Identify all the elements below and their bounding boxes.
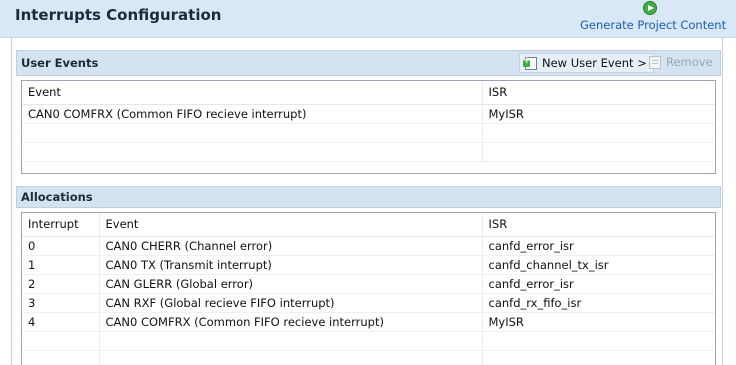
empty-cell <box>482 123 715 143</box>
interrupt-cell[interactable]: 3 <box>22 293 100 313</box>
table-row[interactable]: 3 CAN RXF (Global recieve FIFO interrupt… <box>22 293 715 313</box>
empty-cell <box>482 142 715 162</box>
isr-cell[interactable]: canfd_error_isr <box>482 236 715 256</box>
generate-project-content-link[interactable]: Generate Project Content <box>580 18 726 32</box>
event-cell[interactable]: CAN0 TX (Transmit interrupt) <box>99 255 483 275</box>
table-row[interactable]: 1 CAN0 TX (Transmit interrupt) canfd_cha… <box>22 255 715 275</box>
empty-cell <box>22 142 483 162</box>
scroll-gutter <box>723 38 736 365</box>
isr-cell[interactable]: canfd_error_isr <box>482 274 715 294</box>
table-row-empty <box>22 142 715 162</box>
new-user-event-label: New User Event > <box>542 56 647 70</box>
column-header-isr[interactable]: ISR <box>482 213 715 237</box>
play-circle-icon[interactable] <box>643 1 657 15</box>
event-cell[interactable]: CAN0 COMFRX (Common FIFO recieve interru… <box>22 104 483 124</box>
event-cell[interactable]: CAN0 CHERR (Channel error) <box>99 236 483 256</box>
column-header-event[interactable]: Event <box>99 213 483 237</box>
user-events-table: Event ISR CAN0 COMFRX (Common FIFO recie… <box>21 80 716 174</box>
interrupt-cell[interactable]: 4 <box>22 312 100 332</box>
table-row-empty <box>22 123 715 143</box>
allocations-section-header: Allocations <box>16 186 721 208</box>
column-header-isr[interactable]: ISR <box>482 81 715 105</box>
empty-cell <box>22 331 100 351</box>
interrupt-cell[interactable]: 1 <box>22 255 100 275</box>
isr-cell[interactable]: canfd_rx_fifo_isr <box>482 293 715 313</box>
user-events-title: User Events <box>21 56 99 70</box>
remove-label: Remove <box>666 55 713 69</box>
allocations-table: Interrupt Event ISR 0 CAN0 CHERR (Channe… <box>21 212 716 365</box>
event-cell[interactable]: CAN GLERR (Global error) <box>99 274 483 294</box>
column-header-event[interactable]: Event <box>22 81 483 105</box>
interrupt-cell[interactable]: 2 <box>22 274 100 294</box>
empty-cell <box>22 123 483 143</box>
allocations-title: Allocations <box>21 190 93 204</box>
table-row-empty <box>22 331 715 351</box>
empty-cell <box>22 350 100 365</box>
table-row[interactable]: 4 CAN0 COMFRX (Common FIFO recieve inter… <box>22 312 715 332</box>
event-cell[interactable]: CAN RXF (Global recieve FIFO interrupt) <box>99 293 483 313</box>
column-header-interrupt[interactable]: Interrupt <box>22 213 100 237</box>
isr-cell[interactable]: MyISR <box>482 312 715 332</box>
table-header-row: Event ISR <box>22 81 715 105</box>
new-user-event-button[interactable]: New User Event > <box>519 53 654 73</box>
isr-cell[interactable]: canfd_channel_tx_isr <box>482 255 715 275</box>
empty-cell <box>482 331 715 351</box>
page-title: Interrupts Configuration <box>15 6 222 24</box>
new-event-icon <box>523 56 537 70</box>
content-border-left <box>11 38 12 365</box>
empty-cell <box>482 350 715 365</box>
generate-project-content-button[interactable]: Generate Project Content <box>580 1 726 35</box>
isr-cell[interactable]: MyISR <box>482 104 715 124</box>
empty-cell <box>99 350 483 365</box>
table-row[interactable]: 2 CAN GLERR (Global error) canfd_error_i… <box>22 274 715 294</box>
table-row-empty <box>22 350 715 365</box>
remove-icon <box>649 56 661 69</box>
editor-header: Interrupts Configuration Generate Projec… <box>0 0 736 38</box>
empty-cell <box>99 331 483 351</box>
remove-button[interactable]: Remove <box>644 53 719 73</box>
user-events-section-header: User Events New User Event > Remove <box>16 50 721 76</box>
table-row[interactable]: CAN0 COMFRX (Common FIFO recieve interru… <box>22 104 715 124</box>
table-header-row: Interrupt Event ISR <box>22 213 715 237</box>
event-cell[interactable]: CAN0 COMFRX (Common FIFO recieve interru… <box>99 312 483 332</box>
table-row[interactable]: 0 CAN0 CHERR (Channel error) canfd_error… <box>22 236 715 256</box>
interrupt-cell[interactable]: 0 <box>22 236 100 256</box>
